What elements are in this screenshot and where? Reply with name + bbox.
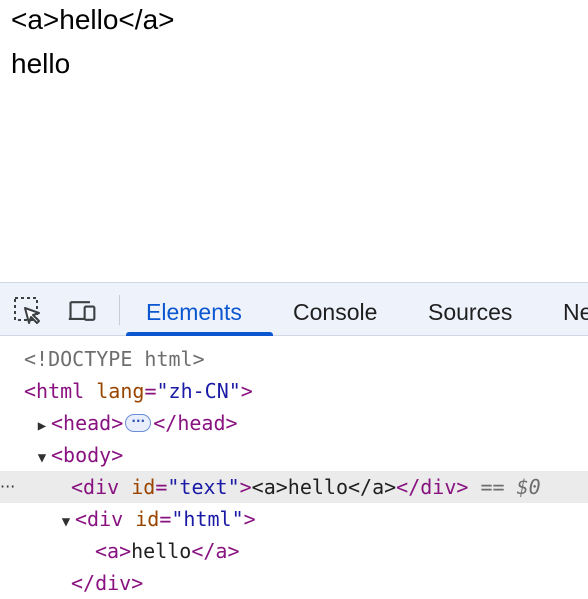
- div-html-tag-open: <div: [75, 507, 124, 531]
- rendered-page: <a>hello</a> hello: [0, 0, 588, 282]
- div-text-attr-value: "text": [167, 475, 240, 499]
- elements-dom-tree: <!DOCTYPE html> <html lang="zh-CN"> ▶ <he…: [0, 336, 588, 595]
- div-text-content: <a>hello</a>: [251, 475, 397, 499]
- head-tag-open: <head>: [51, 411, 124, 435]
- doctype-text: <!DOCTYPE html>: [24, 347, 205, 371]
- selected-node-ref: == $0: [480, 475, 541, 499]
- html-attr-name: lang: [96, 379, 145, 403]
- html-attr-value: "zh-CN": [156, 379, 241, 403]
- div-text-attr-name: id: [131, 475, 156, 499]
- div-html-attr-name: id: [135, 507, 160, 531]
- inspect-element-icon[interactable]: [13, 296, 43, 326]
- collapse-arrow-icon[interactable]: ▼: [33, 442, 51, 474]
- div-text-attr-eq: =: [155, 475, 168, 499]
- dom-node-doctype[interactable]: <!DOCTYPE html>: [0, 343, 588, 375]
- dom-node-html[interactable]: <html lang="zh-CN">: [0, 375, 588, 407]
- dom-node-body[interactable]: ▼ <body>: [0, 439, 588, 471]
- node-actions-icon[interactable]: ···: [0, 471, 15, 503]
- div-html-tag-close: >: [243, 507, 256, 531]
- expand-arrow-icon[interactable]: ▶: [33, 410, 51, 442]
- dom-node-div-text-selected[interactable]: ··· <div id="text"><a>hello</a></div> ==…: [0, 471, 588, 503]
- html-attr-eq: =: [144, 379, 157, 403]
- a-tag-close: </a>: [191, 539, 240, 563]
- device-toolbar-icon[interactable]: [67, 296, 97, 326]
- page-text-line-1: <a>hello</a>: [11, 4, 175, 35]
- devtools-toolbar: Elements Console Sources Ne: [0, 282, 588, 336]
- div-text-close-tag: </div>: [396, 475, 469, 499]
- devtools-panel: Elements Console Sources Ne <!DOCTYPE ht…: [0, 282, 588, 595]
- html-tag-close: >: [240, 379, 253, 403]
- body-tag-open: <body>: [51, 443, 124, 467]
- page-text-line-2: hello: [11, 48, 71, 79]
- tab-sources[interactable]: Sources: [428, 283, 512, 337]
- toolbar-separator: [119, 295, 120, 325]
- tab-network[interactable]: Ne: [563, 283, 588, 337]
- dom-node-div-close[interactable]: </div>: [0, 567, 588, 599]
- dom-node-head[interactable]: ▶ <head> ··· </head>: [0, 407, 588, 439]
- dom-node-div-html[interactable]: ▼ <div id="html">: [0, 503, 588, 535]
- html-tag-open: <html: [24, 379, 85, 403]
- a-text-content: hello: [131, 539, 192, 563]
- div-close-tag: </div>: [71, 571, 144, 595]
- div-html-attr-eq: =: [159, 507, 172, 531]
- head-tag-close: </head>: [153, 411, 238, 435]
- div-text-tag-close: >: [239, 475, 252, 499]
- tab-elements[interactable]: Elements: [146, 283, 242, 337]
- collapse-arrow-icon[interactable]: ▼: [57, 506, 75, 538]
- a-tag-open: <a>: [95, 539, 132, 563]
- div-text-tag-open: <div: [71, 475, 120, 499]
- div-html-attr-value: "html": [171, 507, 244, 531]
- dom-node-a[interactable]: <a>hello</a>: [0, 535, 588, 567]
- tab-console[interactable]: Console: [293, 283, 377, 337]
- collapsed-children-badge[interactable]: ···: [125, 413, 152, 432]
